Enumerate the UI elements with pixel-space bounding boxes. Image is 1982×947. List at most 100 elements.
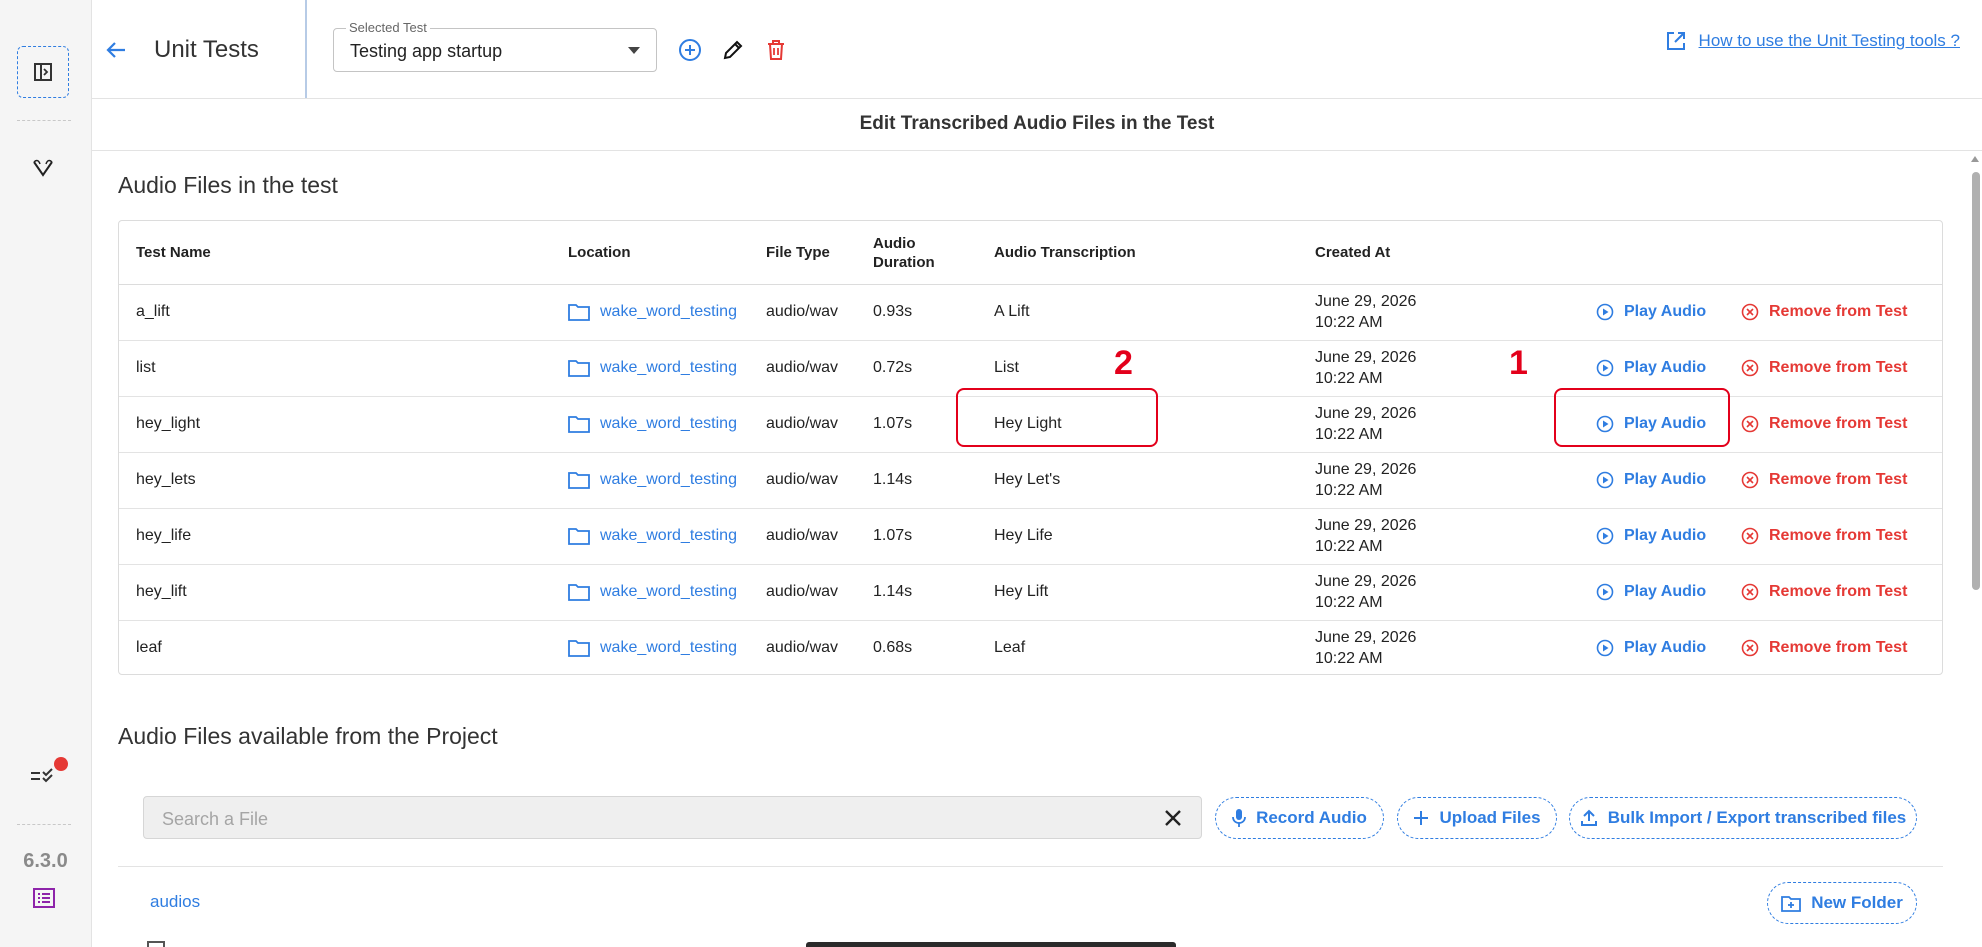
back-arrow-icon[interactable] (102, 36, 130, 64)
test-files-table: Test Name Location File Type Audio Durat… (118, 220, 1943, 675)
remove-from-test-label: Remove from Test (1769, 471, 1908, 488)
search-input[interactable] (160, 806, 1124, 832)
table-row: leaf wake_word_testing audio/wav 0.68s Leaf J… (119, 620, 1942, 674)
test-files-title: Audio Files in the test (118, 172, 338, 198)
cell-file-type: audio/wav (766, 583, 839, 600)
remove-from-test-button[interactable]: Remove from Test (1741, 508, 1907, 564)
cell-location-link[interactable]: wake_word_testing (568, 508, 737, 564)
play-audio-button[interactable]: Play Audio (1596, 508, 1706, 564)
scrollbar-thumb[interactable] (1972, 172, 1980, 590)
cell-location-link[interactable]: wake_word_testing (568, 564, 737, 620)
play-circle-icon (1596, 359, 1614, 377)
cell-location-link[interactable]: wake_word_testing (568, 284, 737, 340)
created-time: 10:22 AM (1315, 314, 1383, 331)
remove-from-test-button[interactable]: Remove from Test (1741, 452, 1907, 508)
folder-icon (568, 472, 590, 489)
upload-files-button[interactable]: Upload Files (1397, 797, 1557, 839)
scroll-up-arrow-icon[interactable] (1971, 156, 1979, 162)
cell-transcription: A Lift (994, 303, 1030, 320)
edit-test-button[interactable] (719, 36, 747, 64)
cell-test-name: hey_life (136, 527, 192, 544)
location-label: wake_word_testing (600, 583, 737, 600)
play-audio-label: Play Audio (1624, 359, 1707, 376)
record-audio-label: Record Audio (1256, 808, 1367, 827)
chevron-down-icon (628, 47, 640, 54)
external-link-icon (1666, 32, 1685, 50)
location-label: wake_word_testing (600, 303, 737, 320)
play-audio-button[interactable]: Play Audio (1596, 620, 1707, 674)
remove-circle-icon (1741, 583, 1759, 601)
table-row: hey_lets wake_word_testing audio/wav 1.14s H… (119, 452, 1942, 509)
trash-icon (768, 40, 784, 60)
folder-icon (568, 304, 590, 321)
remove-from-test-button[interactable]: Remove from Test (1741, 284, 1907, 340)
sidebar-toggle-icon (34, 63, 52, 81)
delete-test-button[interactable] (762, 36, 790, 64)
cell-location-link[interactable]: wake_word_testing (568, 620, 737, 674)
record-audio-button[interactable]: Record Audio (1215, 797, 1384, 839)
table-header-row: Test Name Location File Type Audio Durat… (119, 221, 1942, 285)
remove-circle-icon (1741, 359, 1759, 377)
play-audio-button[interactable]: Play Audio (1596, 564, 1706, 620)
created-date: June 29, 2026 (1315, 517, 1417, 534)
cell-test-name: hey_light (136, 415, 201, 432)
created-time: 10:22 AM (1315, 650, 1383, 667)
sidebar-toggle-button[interactable] (17, 46, 69, 98)
add-test-button[interactable] (676, 36, 704, 64)
cell-location-link[interactable]: wake_word_testing (568, 396, 737, 452)
page-title: Unit Tests (154, 36, 259, 63)
cell-file-type: audio/wav (766, 639, 839, 656)
rail-separator (17, 824, 71, 825)
new-folder-button[interactable]: New Folder (1767, 882, 1917, 924)
pencil-icon (723, 40, 743, 60)
remove-from-test-label: Remove from Test (1769, 415, 1908, 432)
remove-circle-icon (1741, 415, 1759, 433)
release-notes-icon[interactable] (32, 886, 56, 910)
selected-test-value: Testing app startup (350, 41, 503, 61)
cell-location-link[interactable]: wake_word_testing (568, 340, 737, 396)
selected-test-select[interactable]: Selected Test Testing app startup (333, 20, 657, 72)
bulk-import-export-button[interactable]: Bulk Import / Export transcribed files (1569, 797, 1917, 839)
cell-test-name: list (136, 359, 156, 376)
folder-icon (568, 416, 590, 433)
play-audio-label: Play Audio (1624, 639, 1707, 656)
play-audio-label: Play Audio (1624, 471, 1707, 488)
cell-duration: 0.93s (873, 303, 913, 320)
created-date: June 29, 2026 (1315, 349, 1417, 366)
remove-from-test-button[interactable]: Remove from Test (1741, 564, 1907, 620)
cell-created-at: June 29, 2026 10:22 AM (1315, 340, 1416, 396)
remove-from-test-button[interactable]: Remove from Test (1741, 340, 1907, 396)
version-label: 6.3.0 (23, 850, 68, 872)
bulk-import-export-label: Bulk Import / Export transcribed files (1607, 808, 1907, 827)
folder-icon (568, 584, 590, 601)
created-time: 10:22 AM (1315, 538, 1383, 555)
search-field[interactable] (143, 796, 1202, 839)
help-link[interactable]: How to use the Unit Testing tools ? (1699, 31, 1960, 51)
play-audio-button[interactable]: Play Audio (1596, 284, 1706, 340)
table-row: a_lift wake_word_testing audio/wav 0.93s A L… (119, 284, 1942, 341)
upload-files-label: Upload Files (1439, 808, 1541, 827)
play-circle-icon (1596, 639, 1614, 657)
remove-from-test-button[interactable]: Remove from Test (1741, 396, 1907, 452)
cell-test-name: leaf (136, 639, 162, 656)
column-header-type: File Type (766, 244, 830, 261)
cell-test-name: a_lift (136, 303, 170, 320)
cell-location-link[interactable]: wake_word_testing (568, 452, 737, 508)
cell-created-at: June 29, 2026 10:22 AM (1315, 396, 1416, 452)
add-circle-icon (679, 39, 701, 61)
play-audio-button[interactable]: Play Audio (1596, 452, 1706, 508)
remove-from-test-button[interactable]: Remove from Test (1741, 620, 1907, 674)
help-link-group[interactable]: How to use the Unit Testing tools ? (1665, 30, 1960, 52)
app-logo-icon[interactable] (28, 154, 58, 182)
location-label: wake_word_testing (600, 639, 737, 656)
project-files-title: Audio Files available from the Project (118, 723, 498, 749)
created-date: June 29, 2026 (1315, 573, 1417, 590)
close-icon[interactable] (1163, 808, 1183, 828)
select-all-checkbox[interactable] (147, 941, 165, 947)
location-label: wake_word_testing (600, 415, 737, 432)
folder-breadcrumb[interactable]: audios (150, 892, 200, 912)
cell-file-type: audio/wav (766, 527, 839, 544)
new-folder-label: New Folder (1811, 893, 1903, 912)
cell-file-type: audio/wav (766, 471, 839, 488)
annotation-box-transcription (956, 388, 1158, 447)
